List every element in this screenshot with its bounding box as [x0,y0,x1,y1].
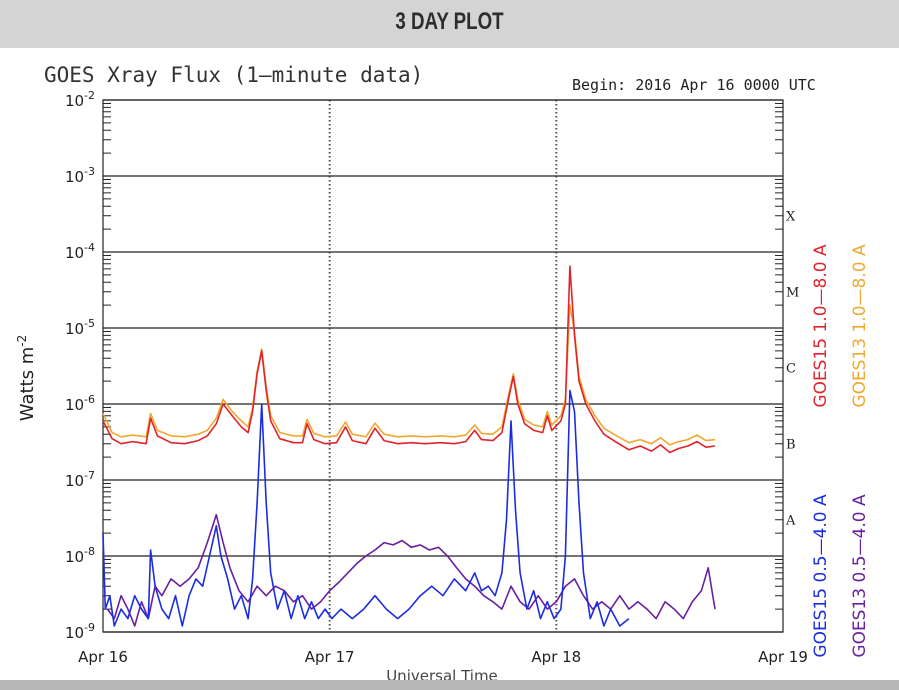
x-tick-label-1: Apr 17 [305,648,355,666]
chart-subtitle: Begin: 2016 Apr 16 0000 UTC [572,76,816,94]
legend-label-2: GOES15 0.5—4.0 A [811,494,831,658]
legend-label-1: GOES13 1.0—8.0 A [850,244,870,408]
y-tick-exponent: -6 [84,393,95,406]
goes-xray-chart: GOES Xray Flux (1—minute data) Begin: 20… [15,63,870,680]
y-tick-label-1: 10-3 [65,165,95,186]
flare-class-label-M: M [786,286,799,301]
y-tick-exponent: -3 [84,165,95,178]
y-tick-exponent: -2 [84,89,95,102]
y-tick-base: 10 [65,548,84,566]
flare-class-label-X: X [786,210,796,225]
y-axis-label: Watts m-2 [15,335,38,421]
flare-class-label-A: A [785,514,796,529]
y-tick-base: 10 [65,92,84,110]
x-axis-label: Universal Time [386,667,498,680]
y-axis-label-sup: -2 [15,335,29,347]
flare-class-label-B: B [786,438,796,453]
y-tick-label-0: 10-2 [65,89,95,110]
y-tick-label-6: 10-8 [65,545,95,566]
plot-area [102,99,784,633]
legend-label-3: GOES13 0.5—4.0 A [850,494,870,658]
plot-panel: GOES Xray Flux (1—minute data) Begin: 20… [0,48,899,680]
y-tick-label-3: 10-5 [65,317,95,338]
y-tick-exponent: -5 [84,317,95,330]
legend-label-0: GOES15 1.0—8.0 A [811,244,831,408]
series-line-0 [102,265,716,454]
y-tick-exponent: -4 [84,241,95,254]
x-tick-label-3: Apr 19 [758,648,808,666]
y-axis-label-text: Watts m [17,347,38,421]
y-tick-exponent: -8 [84,545,95,558]
y-tick-exponent: -9 [84,621,95,634]
y-tick-label-2: 10-4 [65,241,95,262]
series-line-3 [106,513,716,627]
y-tick-base: 10 [65,168,84,186]
chart-title: GOES Xray Flux (1—minute data) [44,63,423,87]
y-tick-base: 10 [65,396,84,414]
y-tick-label-7: 10-9 [65,621,95,642]
page-title: 3 DAY PLOT [395,8,504,35]
series-line-1 [102,304,716,446]
y-tick-base: 10 [65,472,84,490]
footer-scroll-bar [0,680,899,690]
y-tick-exponent: -7 [84,469,95,482]
x-tick-label-2: Apr 18 [531,648,581,666]
y-tick-base: 10 [65,624,84,642]
y-tick-base: 10 [65,244,84,262]
y-tick-label-5: 10-7 [65,469,95,490]
y-tick-label-4: 10-6 [65,393,95,414]
y-tick-base: 10 [65,320,84,338]
x-tick-label-0: Apr 16 [78,648,128,666]
page-header: 3 DAY PLOT [0,0,899,48]
flare-class-label-C: C [786,362,796,377]
